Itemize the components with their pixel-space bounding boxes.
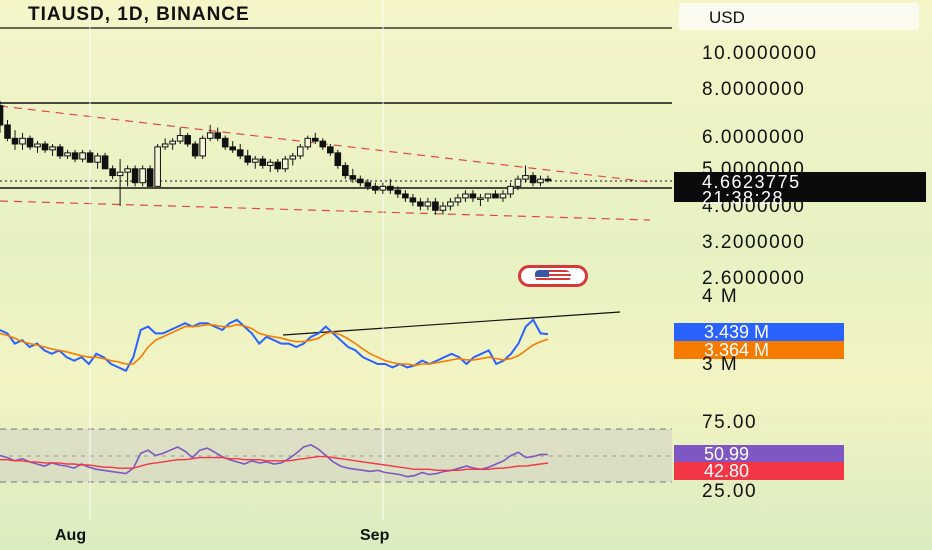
candle-down	[492, 193, 499, 199]
candle-up	[199, 137, 206, 157]
candle-down	[432, 201, 439, 211]
candlestick-series	[0, 101, 552, 215]
candle-down	[357, 178, 364, 184]
time-label-aug: Aug	[55, 527, 87, 544]
candle-down	[101, 155, 109, 170]
channel-lower	[0, 200, 651, 221]
candle-up	[266, 161, 274, 166]
rsi-tick: 25.00	[702, 481, 758, 502]
candle-up	[116, 171, 124, 177]
candle-up	[499, 193, 507, 199]
candle-up	[34, 143, 41, 148]
candle-up	[206, 132, 214, 139]
volume-slow-tag: 3.364 M	[674, 341, 844, 359]
candle-down	[372, 185, 379, 191]
candle-down	[529, 175, 537, 184]
candle-down	[236, 149, 244, 157]
candle-down	[387, 185, 394, 191]
candle-down	[4, 124, 11, 139]
candle-up	[289, 155, 297, 160]
volume-tick: 4 M	[702, 286, 739, 307]
candle-up	[49, 146, 56, 151]
candle-up	[477, 197, 484, 200]
candle-down	[131, 168, 139, 184]
bar-countdown: 21:38:28	[702, 188, 785, 208]
candle-up	[447, 201, 454, 207]
candle-down	[86, 152, 94, 163]
candle-up	[507, 185, 514, 195]
candle-down	[214, 132, 221, 139]
candle-down	[394, 189, 402, 195]
candle-up	[94, 155, 101, 163]
volume-oscillator-slow-line	[0, 323, 549, 367]
candle-up	[19, 137, 26, 145]
candle-up	[379, 185, 387, 191]
candle-up	[537, 178, 544, 184]
price-tick: 8.0000000	[702, 79, 806, 100]
candle-down	[311, 137, 319, 142]
candle-up	[176, 135, 184, 142]
candle-up	[161, 143, 169, 148]
volume-oscillator-fast-line	[0, 318, 549, 373]
candle-down	[259, 158, 267, 166]
candle-down	[0, 105, 4, 126]
candle-up	[454, 197, 462, 203]
candle-up	[304, 137, 312, 148]
candle-down	[41, 143, 49, 151]
candle-down	[417, 201, 424, 207]
candle-up	[64, 152, 71, 157]
candle-down	[364, 182, 372, 187]
candle-up	[124, 168, 131, 173]
candle-up	[281, 158, 289, 170]
candle-down	[349, 175, 357, 180]
price-tick: 3.2000000	[702, 232, 806, 253]
price-tick: 10.0000000	[702, 43, 818, 64]
rsi-value-tag: 50.99	[674, 445, 844, 463]
candle-down	[274, 161, 282, 170]
rsi-signal-tag: 42.80	[674, 462, 844, 480]
last-price-tag: 4.6623775 21:38:28	[674, 172, 926, 207]
candle-up	[462, 193, 469, 199]
time-label-sep: Sep	[360, 527, 390, 544]
currency-selector[interactable]: USD	[679, 3, 919, 30]
candle-down	[342, 164, 349, 177]
candle-down	[11, 137, 19, 145]
rsi-tick: 75.00	[702, 412, 758, 433]
candle-up	[79, 152, 86, 160]
candle-down	[71, 152, 79, 160]
candle-down	[184, 135, 191, 145]
candle-up	[514, 178, 522, 187]
candle-up	[169, 140, 176, 145]
candle-up	[251, 158, 259, 163]
symbol-title: TIAUSD, 1D, BINANCE	[28, 4, 250, 25]
candle-down	[544, 178, 552, 182]
candle-down	[334, 152, 342, 166]
price-tick: 6.0000000	[702, 127, 806, 148]
us-flag-icon[interactable]	[518, 265, 588, 287]
candle-down	[244, 155, 252, 163]
candle-down	[221, 137, 229, 148]
candle-down	[26, 137, 34, 148]
candle-down	[146, 168, 154, 187]
candle-down	[109, 168, 116, 177]
candle-down	[402, 193, 409, 199]
candle-up	[439, 205, 447, 211]
candle-up	[522, 175, 529, 180]
candle-up	[139, 168, 146, 184]
candle-down	[191, 143, 199, 157]
candle-up	[484, 193, 492, 199]
candle-up	[154, 146, 161, 187]
volume-tick: 3 M	[702, 354, 739, 375]
candle-up	[424, 201, 432, 207]
candle-down	[409, 197, 417, 203]
candle-down	[229, 146, 237, 151]
candle-down	[56, 146, 64, 157]
candle-down	[327, 146, 334, 154]
candle-down	[319, 140, 327, 148]
candle-down	[469, 193, 477, 199]
candle-up	[296, 146, 304, 157]
